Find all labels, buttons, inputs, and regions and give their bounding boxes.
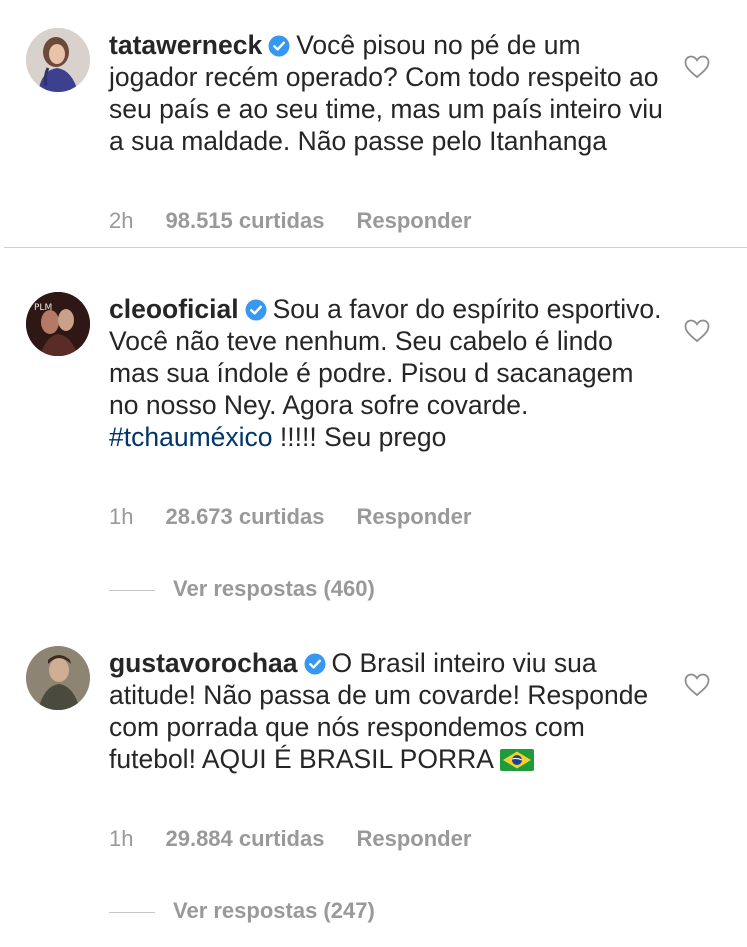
comment-meta: 1h 28.673 curtidas Responder (109, 504, 503, 530)
comment-meta: 1h 29.884 curtidas Responder (109, 826, 503, 852)
comment-meta: 2h 98.515 curtidas Responder (109, 208, 503, 234)
comment-username[interactable]: cleooficial (109, 294, 239, 324)
verified-badge-icon (304, 650, 326, 675)
view-replies-label: Ver respostas (460) (173, 576, 375, 601)
verified-badge-icon (245, 296, 267, 321)
comment-time: 1h (109, 504, 134, 529)
view-replies-button[interactable]: Ver respostas (460) (109, 576, 375, 606)
heart-icon[interactable] (684, 55, 710, 79)
reply-button[interactable]: Responder (356, 826, 471, 851)
heart-icon[interactable] (684, 319, 710, 343)
likes-count[interactable]: 98.515 curtidas (165, 208, 324, 233)
view-replies-label: Ver respostas (247) (173, 898, 375, 923)
comment-time: 1h (109, 826, 134, 851)
comment-body: gustavorochaa O Brasil inteiro viu sua at… (109, 647, 669, 775)
comment-time: 2h (109, 208, 134, 233)
view-replies-button[interactable]: Ver respostas (247) (109, 898, 375, 928)
brazil-flag-icon (499, 746, 534, 771)
comment-body: tatawerneck Você pisou no pé de um jogado… (109, 29, 669, 157)
reply-button[interactable]: Responder (356, 208, 471, 233)
divider (4, 247, 747, 248)
comment-body: cleooficial Sou a favor do espírito espor… (109, 293, 669, 453)
avatar[interactable] (26, 646, 90, 710)
replies-line (109, 911, 155, 913)
heart-icon[interactable] (684, 673, 710, 697)
comment-text-end: !!!!! Seu prego (279, 422, 447, 452)
verified-badge-icon (268, 32, 290, 57)
comment-username[interactable]: gustavorochaa (109, 648, 298, 678)
comment-username[interactable]: tatawerneck (109, 30, 262, 60)
reply-button[interactable]: Responder (356, 504, 471, 529)
likes-count[interactable]: 29.884 curtidas (165, 826, 324, 851)
hashtag-link[interactable]: #tchauméxico (109, 422, 273, 452)
avatar[interactable]: PLM (26, 292, 90, 356)
svg-text:PLM: PLM (34, 303, 52, 313)
avatar[interactable] (26, 28, 90, 92)
replies-line (109, 589, 155, 591)
likes-count[interactable]: 28.673 curtidas (165, 504, 324, 529)
